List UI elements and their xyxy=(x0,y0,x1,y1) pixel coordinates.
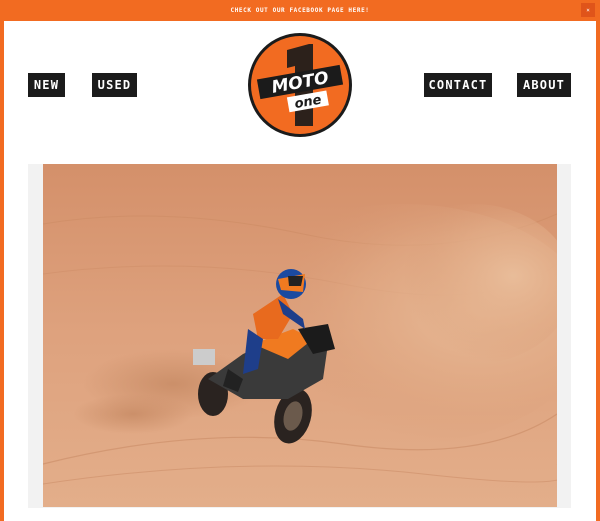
hero-image xyxy=(43,164,557,507)
moto-one-logo[interactable]: MOTO one xyxy=(247,32,353,138)
page-content: NEW USED CONTACT ABOUT MOTO one xyxy=(4,21,596,521)
nav-used-button[interactable]: USED xyxy=(92,73,137,97)
announcement-bar[interactable]: CHECK OUT OUR FACEBOOK PAGE HERE! × xyxy=(0,0,600,21)
close-icon: × xyxy=(586,6,590,14)
nav-new-button[interactable]: NEW xyxy=(28,73,65,97)
nav-about-button[interactable]: ABOUT xyxy=(517,73,571,97)
close-announcement-button[interactable]: × xyxy=(581,3,595,17)
logo-emblem: MOTO one xyxy=(248,33,352,137)
dirt-bike-desert-photo xyxy=(43,164,557,507)
nav-contact-button[interactable]: CONTACT xyxy=(424,73,492,97)
facebook-announcement-link[interactable]: CHECK OUT OUR FACEBOOK PAGE HERE! xyxy=(0,7,600,14)
